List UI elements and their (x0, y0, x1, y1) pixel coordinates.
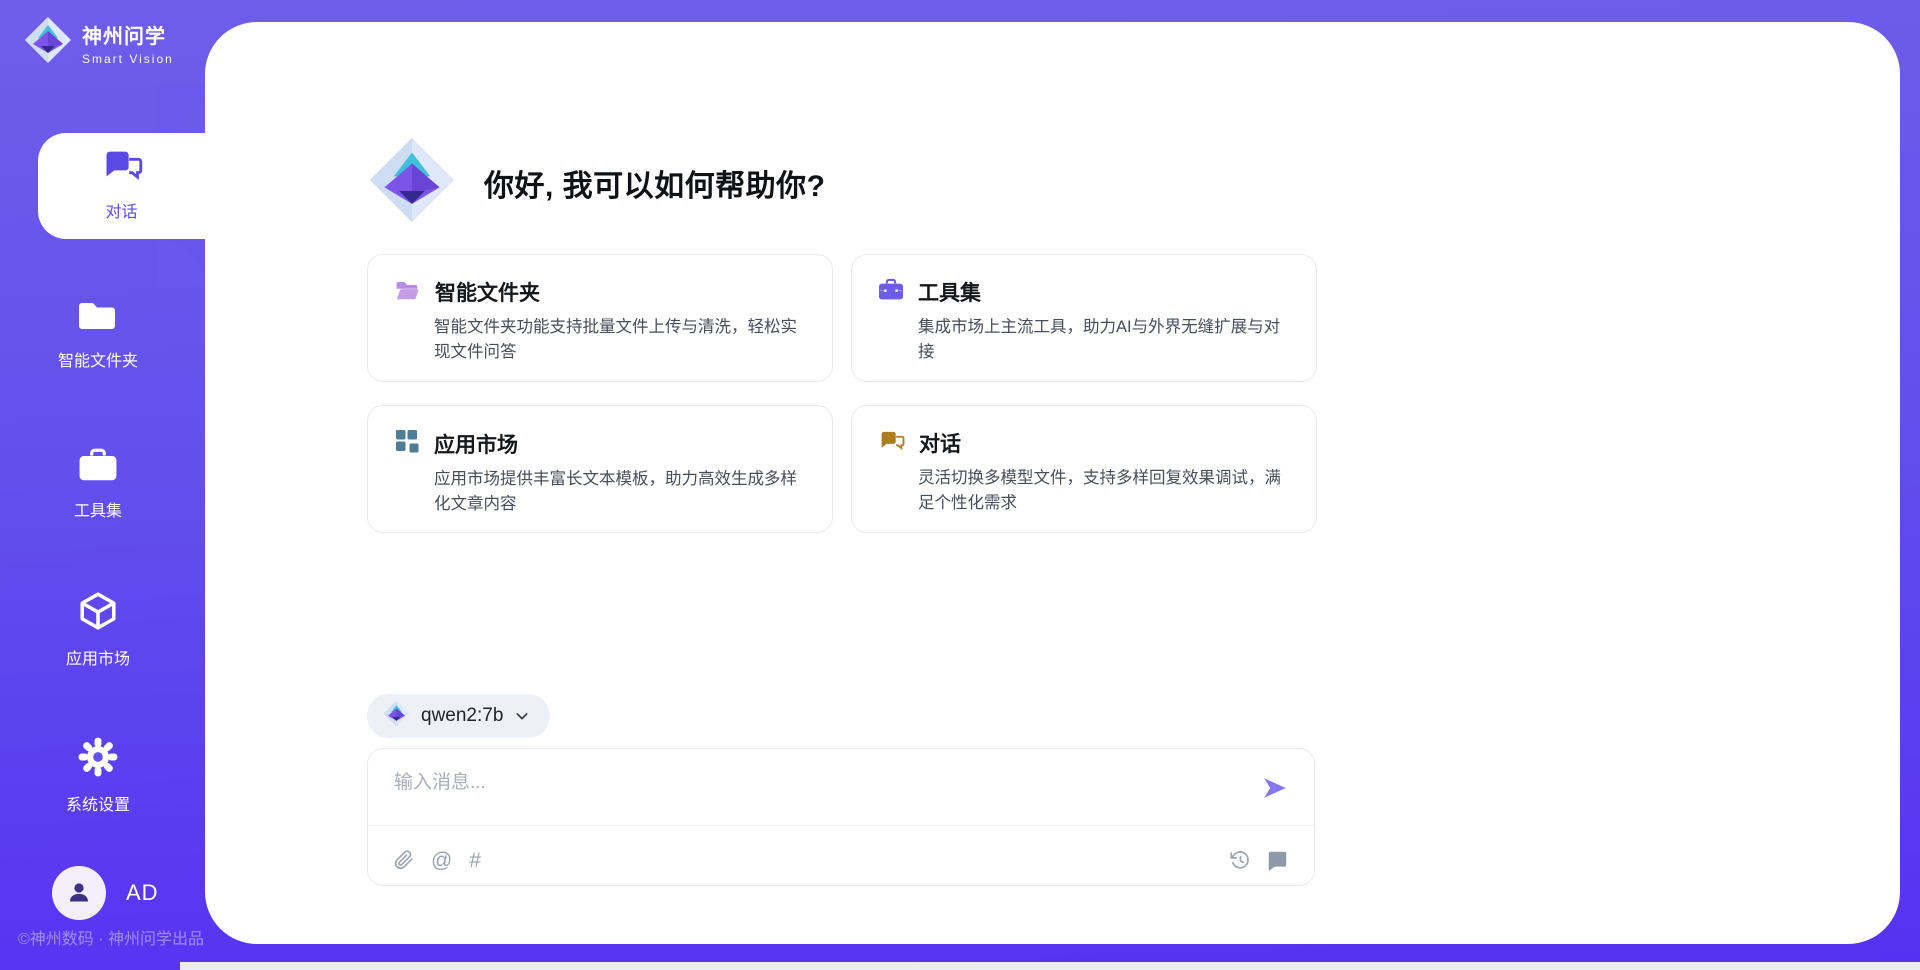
message-composer: @ # (367, 748, 1315, 886)
model-selector[interactable]: qwen2:7b (367, 694, 550, 738)
sidebar-item-label: 对话 (38, 198, 205, 222)
mention-icon[interactable]: @ (431, 850, 452, 871)
card-description: 灵活切换多模型文件，支持多样回复效果调试，满足个性化需求 (918, 466, 1288, 516)
folder-icon (78, 296, 118, 339)
greeting-text: 你好, 我可以如何帮助你? (484, 161, 826, 205)
horizontal-scrollbar[interactable] (180, 962, 1920, 970)
gear-icon (77, 736, 119, 783)
composer-divider (368, 825, 1314, 826)
send-icon[interactable] (1262, 775, 1288, 801)
history-icon[interactable] (1230, 850, 1251, 871)
card-description: 应用市场提供丰富长文本模板，助力高效生成多样化文章内容 (434, 467, 804, 517)
sidebar-item-chat[interactable]: 对话 (38, 133, 205, 239)
card-title: 应用市场 (434, 429, 518, 459)
active-tab-notch-top (157, 85, 205, 133)
briefcase-icon (878, 277, 904, 307)
sidebar: 神州问学 Smart Vision 对话 智能文件夹 工具集 (0, 0, 205, 970)
sidebar-item-label: 系统设置 (0, 791, 196, 815)
sidebar-item-settings[interactable]: 系统设置 (0, 736, 196, 815)
sidebar-item-label: 工具集 (0, 497, 196, 521)
card-title: 智能文件夹 (435, 277, 540, 307)
attachment-icon[interactable] (394, 849, 414, 871)
sidebar-item-app-market[interactable]: 应用市场 (0, 590, 196, 669)
hashtag-icon[interactable]: # (469, 850, 481, 871)
avatar (52, 866, 106, 920)
app-subtitle: Smart Vision (82, 52, 174, 66)
brand: 神州问学 Smart Vision (24, 16, 174, 69)
app-grid-icon (394, 428, 420, 459)
person-icon (65, 878, 93, 909)
card-toolset[interactable]: 工具集 集成市场上主流工具，助力AI与外界无缝扩展与对接 (851, 254, 1317, 382)
chat-bubbles-icon (878, 429, 905, 458)
briefcase-icon (78, 446, 118, 489)
sidebar-item-toolset[interactable]: 工具集 (0, 446, 196, 521)
sidebar-item-smart-folder[interactable]: 智能文件夹 (0, 296, 196, 371)
card-title: 工具集 (918, 277, 981, 307)
logo-diamond-icon (383, 700, 410, 732)
card-title: 对话 (919, 428, 961, 458)
copyright-footer: ©神州数码 · 神州问学出品 (18, 925, 208, 949)
message-input[interactable] (394, 767, 1244, 819)
card-smart-folder[interactable]: 智能文件夹 智能文件夹功能支持批量文件上传与清洗，轻松实现文件问答 (367, 254, 833, 382)
active-tab-notch-bottom (157, 239, 205, 287)
logo-diamond-icon (368, 136, 456, 229)
model-name: qwen2:7b (421, 705, 503, 727)
comment-icon[interactable] (1267, 850, 1288, 871)
logo-diamond-icon (24, 16, 72, 69)
cube-icon (77, 590, 119, 637)
app-window: 神州问学 Smart Vision 对话 智能文件夹 工具集 (0, 0, 1920, 970)
card-chat[interactable]: 对话 灵活切换多模型文件，支持多样回复效果调试，满足个性化需求 (851, 405, 1317, 533)
user-name: AD (126, 880, 159, 906)
app-name: 神州问学 (82, 20, 174, 49)
card-app-market[interactable]: 应用市场 应用市场提供丰富长文本模板，助力高效生成多样化文章内容 (367, 405, 833, 533)
card-description: 集成市场上主流工具，助力AI与外界无缝扩展与对接 (918, 315, 1288, 365)
sidebar-item-label: 智能文件夹 (0, 347, 196, 371)
card-description: 智能文件夹功能支持批量文件上传与清洗，轻松实现文件问答 (434, 315, 804, 365)
sidebar-item-label: 应用市场 (0, 645, 196, 669)
greeting-header: 你好, 我可以如何帮助你? (368, 136, 826, 229)
folder-open-icon (394, 278, 421, 307)
chevron-down-icon (514, 708, 530, 724)
chat-bubbles-icon (101, 147, 143, 190)
user-account[interactable]: AD (52, 866, 159, 920)
